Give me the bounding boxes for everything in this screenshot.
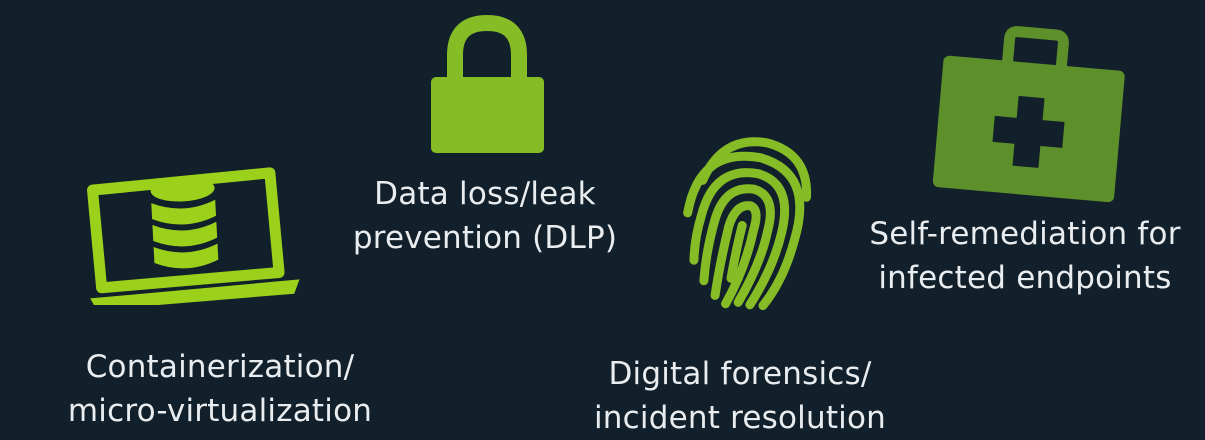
self-remediation-line-1: Self-remediation for: [869, 216, 1181, 252]
first-aid-kit-icon: [932, 26, 1125, 203]
containerization-label: Containerization/ micro-virtualization: [30, 345, 410, 433]
forensics-label: Digital forensics/ incident resolution: [560, 352, 920, 440]
lock-icon: [431, 15, 544, 153]
containerization-line-2: micro-virtualization: [67, 393, 373, 429]
dlp-line-2: prevention (DLP): [352, 220, 618, 256]
dlp-label: Data loss/leak prevention (DLP): [330, 172, 640, 260]
forensics-line-2: incident resolution: [593, 400, 887, 436]
self-remediation-line-2: infected endpoints: [878, 260, 1172, 296]
dlp-line-1: Data loss/leak: [374, 176, 596, 212]
forensics-line-1: Digital forensics/: [608, 356, 872, 392]
laptop-database-icon: [87, 167, 300, 305]
fingerprint-icon: [683, 137, 811, 311]
containerization-line-1: Containerization/: [85, 349, 355, 385]
self-remediation-label: Self-remediation for infected endpoints: [845, 212, 1205, 300]
